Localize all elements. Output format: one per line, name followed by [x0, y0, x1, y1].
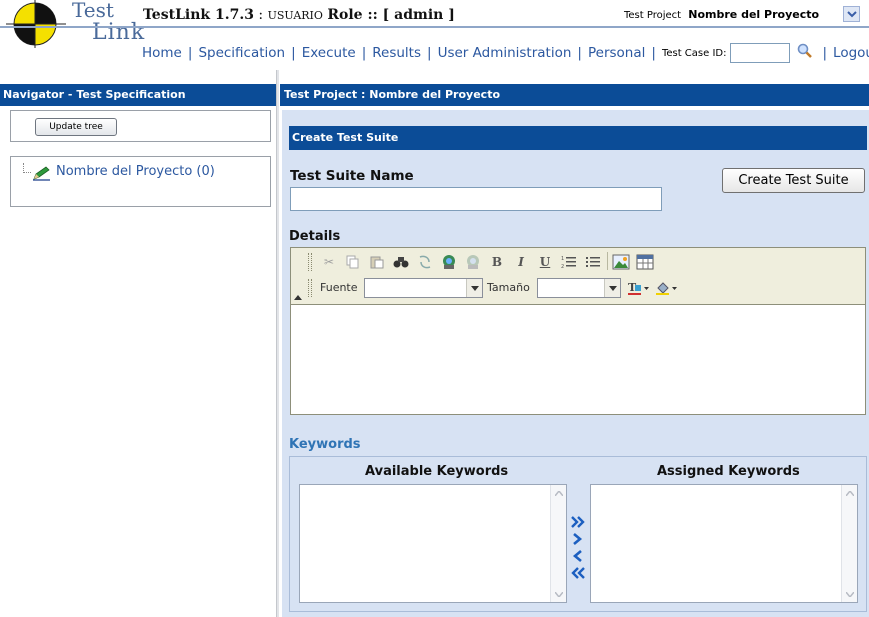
menu-separator: |: [822, 45, 828, 61]
toolbar-collapse-icon[interactable]: [294, 295, 302, 300]
project-label: Test Project: [624, 10, 682, 21]
ordered-list-icon[interactable]: 12: [559, 252, 579, 272]
pane-divider[interactable]: [276, 70, 279, 617]
menu-home[interactable]: Home: [142, 45, 182, 61]
section-title: Create Test Suite: [289, 126, 867, 150]
project-name: Nombre del Proyecto: [688, 8, 820, 21]
size-dropdown-arrow[interactable]: [604, 279, 620, 297]
main-title: Test Project : Nombre del Proyecto: [280, 84, 869, 106]
underline-icon[interactable]: U: [535, 252, 555, 272]
assigned-keywords-list[interactable]: [590, 484, 858, 603]
menu-specification[interactable]: Specification: [198, 45, 285, 61]
menu-separator: |: [361, 45, 367, 61]
size-select[interactable]: [537, 278, 621, 298]
logo-target-icon: [6, 0, 66, 48]
app-name: TestLink 1.7.3: [143, 7, 254, 23]
navigator-pane: Navigator - Test Specification Update tr…: [0, 84, 276, 617]
svg-text:1: 1: [561, 256, 564, 262]
move-right-icon[interactable]: [570, 531, 586, 547]
move-all-right-icon[interactable]: [570, 514, 586, 530]
keywords-label: Keywords: [289, 437, 361, 452]
available-keywords-label: Available Keywords: [365, 464, 509, 479]
logo-text-link: Link: [92, 20, 146, 45]
link-icon[interactable]: [439, 252, 459, 272]
logo-text-test: Test: [72, 0, 114, 22]
test-case-id-input[interactable]: [730, 43, 791, 63]
editor-toolbar-1: ✂ B I U 12: [291, 250, 865, 274]
menu-separator: |: [651, 45, 656, 61]
details-label: Details: [289, 229, 341, 244]
unlink-icon[interactable]: [463, 252, 483, 272]
scroll-up-icon[interactable]: [551, 486, 566, 500]
main-menu: Home | Specification | Execute | Results…: [142, 42, 869, 64]
menu-separator: |: [427, 45, 432, 61]
menu-separator: |: [187, 45, 193, 61]
copy-icon[interactable]: [343, 252, 363, 272]
testlink-window: Test Link TestLink 1.7.3 : USUARIO Role …: [0, 0, 869, 617]
testlink-logo: Test Link: [6, 0, 151, 50]
pencil-icon: [33, 166, 50, 181]
menu-execute[interactable]: Execute: [302, 45, 356, 61]
search-icon[interactable]: [796, 42, 814, 60]
menu-logout[interactable]: Logou: [833, 45, 869, 61]
tree-branch-line: [23, 163, 31, 173]
editor-content-area[interactable]: [291, 304, 865, 414]
menu-user-administration[interactable]: User Administration: [438, 45, 572, 61]
scroll-down-icon[interactable]: [551, 587, 566, 601]
app-title: TestLink 1.7.3 : USUARIO Role :: [ admin…: [143, 7, 455, 23]
caret-down-icon: [470, 285, 479, 291]
available-keywords-list[interactable]: [299, 484, 567, 603]
available-list-scrollbar[interactable]: [550, 485, 566, 602]
caret-down-icon: [608, 285, 617, 291]
cut-icon[interactable]: ✂: [319, 252, 339, 272]
test-case-id-label: Test Case ID:: [661, 47, 727, 59]
bullet-list-icon[interactable]: [583, 252, 603, 272]
menu-personal[interactable]: Personal: [588, 45, 645, 61]
update-tree-panel: Update tree: [10, 110, 271, 142]
toolbar-grip[interactable]: [308, 279, 312, 297]
table-icon[interactable]: [635, 252, 655, 272]
assigned-list-scrollbar[interactable]: [841, 485, 857, 602]
menu-separator: |: [577, 45, 582, 61]
suite-name-input[interactable]: [290, 187, 662, 211]
svg-text:2: 2: [561, 264, 564, 270]
editor-toolbar-2: Fuente Tamaño T: [291, 276, 865, 300]
bold-icon[interactable]: B: [487, 252, 507, 272]
scroll-down-icon[interactable]: [842, 587, 857, 601]
create-test-suite-button[interactable]: Create Test Suite: [722, 168, 865, 193]
size-label: Tamaño: [487, 281, 530, 294]
navigator-title: Navigator - Test Specification: [0, 84, 276, 106]
paste-icon[interactable]: [367, 252, 387, 272]
replace-icon[interactable]: [415, 252, 435, 272]
rich-text-editor: ✂ B I U 12 Fuente Tamaño T: [290, 247, 866, 415]
image-icon[interactable]: [611, 252, 631, 272]
toolbar-separator: [607, 252, 608, 270]
project-dropdown-button[interactable]: [843, 6, 860, 22]
user-role: Role :: [ admin ]: [327, 7, 455, 23]
app-header: Test Link TestLink 1.7.3 : USUARIO Role …: [0, 0, 869, 70]
update-tree-button[interactable]: Update tree: [35, 118, 117, 136]
italic-icon[interactable]: I: [511, 252, 531, 272]
find-icon[interactable]: [391, 252, 411, 272]
text-color-icon[interactable]: T: [627, 278, 651, 298]
project-selector: Test Project Nombre del Proyecto: [624, 8, 819, 21]
move-left-icon[interactable]: [570, 548, 586, 564]
toolbar-grip[interactable]: [308, 253, 312, 271]
assigned-keywords-label: Assigned Keywords: [657, 464, 800, 479]
tree-node-project[interactable]: Nombre del Proyecto (0): [56, 164, 215, 179]
font-dropdown-arrow[interactable]: [466, 279, 482, 297]
header-divider: [0, 26, 869, 28]
scroll-up-icon[interactable]: [842, 486, 857, 500]
font-select[interactable]: [364, 278, 483, 298]
spec-tree: Nombre del Proyecto (0): [10, 156, 271, 207]
menu-results[interactable]: Results: [372, 45, 421, 61]
move-all-left-icon[interactable]: [570, 565, 586, 581]
suite-name-label: Test Suite Name: [290, 168, 414, 184]
background-color-icon[interactable]: [655, 278, 679, 298]
font-label: Fuente: [320, 281, 358, 294]
chevron-down-icon: [847, 11, 857, 18]
user-name: USUARIO: [267, 9, 323, 22]
title-separator: :: [253, 7, 268, 23]
menu-separator: |: [291, 45, 296, 61]
